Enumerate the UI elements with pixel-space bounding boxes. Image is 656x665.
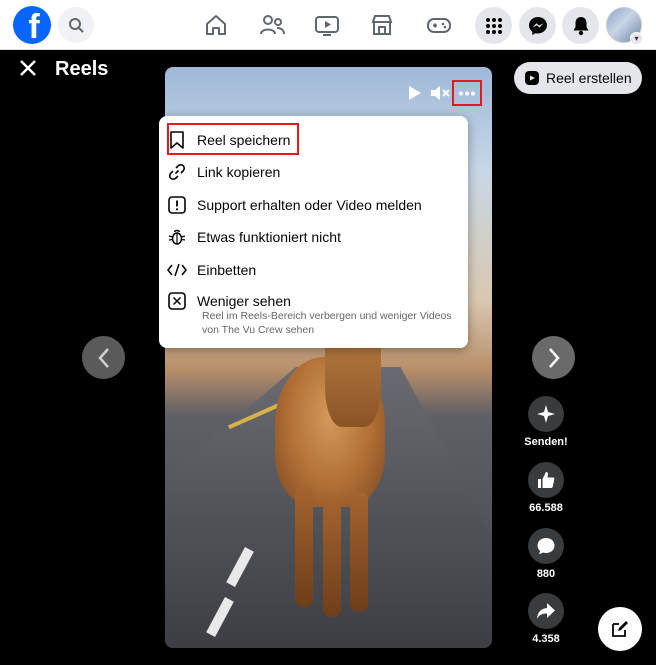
comment-button[interactable]	[528, 528, 564, 564]
play-button[interactable]	[408, 85, 422, 106]
menu-item-report[interactable]: Support erhalten oder Video melden	[167, 190, 422, 220]
video-horse-leg	[350, 492, 368, 612]
send-label: Senden!	[524, 436, 568, 448]
nav-friends[interactable]	[258, 11, 286, 39]
bell-icon	[573, 16, 588, 35]
chevron-right-icon	[548, 347, 560, 368]
video-horse-leg	[323, 497, 341, 617]
nav-marketplace[interactable]	[368, 11, 396, 39]
muted-speaker-icon	[431, 86, 450, 100]
like-button[interactable]	[528, 462, 564, 498]
home-icon	[206, 15, 226, 35]
options-menu: Reel speichern Link kopieren Support erh…	[159, 116, 468, 348]
nav-home[interactable]	[202, 11, 230, 39]
create-reel-button[interactable]: Reel erstellen	[514, 62, 642, 94]
bug-icon	[168, 229, 186, 245]
create-reel-label: Reel erstellen	[546, 70, 632, 86]
link-icon	[168, 164, 186, 180]
like-count: 66.588	[529, 502, 563, 514]
chevron-left-icon	[97, 347, 109, 368]
report-icon	[168, 196, 186, 214]
share-count: 4.358	[532, 633, 560, 645]
nav-video[interactable]	[313, 11, 341, 39]
friends-icon	[260, 15, 285, 35]
video-horse-leg	[295, 487, 313, 607]
see-less-description: Reel im Reels-Bereich verbergen und weni…	[202, 310, 452, 336]
edit-icon	[612, 621, 628, 637]
reel-icon	[525, 71, 539, 85]
notifications-button[interactable]	[562, 7, 599, 44]
menu-item-save-reel[interactable]: Reel speichern	[167, 125, 290, 155]
chevron-down-icon[interactable]: ▾	[630, 32, 643, 45]
menu-item-label: Etwas funktioniert nicht	[197, 229, 341, 245]
thumbs-up-icon	[538, 472, 555, 488]
previous-reel-button[interactable]	[82, 336, 125, 379]
close-reels-button[interactable]	[18, 58, 40, 80]
play-icon	[409, 86, 421, 100]
messenger-button[interactable]	[519, 7, 556, 44]
mute-button[interactable]	[430, 85, 450, 106]
menu-item-label: Reel speichern	[197, 132, 291, 148]
menu-item-copy-link[interactable]: Link kopieren	[167, 157, 280, 187]
marketplace-icon	[371, 15, 393, 35]
bookmark-icon	[170, 131, 184, 149]
page-title: Reels	[55, 58, 109, 80]
menu-grid-icon	[485, 17, 502, 34]
send-button[interactable]	[528, 396, 564, 432]
compose-button[interactable]	[598, 607, 642, 651]
menu-item-something-wrong[interactable]: Etwas funktioniert nicht	[167, 222, 341, 252]
search-icon	[69, 18, 84, 33]
more-options-button[interactable]	[452, 80, 482, 106]
top-nav-bar: f ▾	[0, 0, 656, 50]
close-icon	[20, 60, 36, 76]
sparkle-send-icon	[537, 405, 555, 423]
gaming-icon	[427, 18, 451, 33]
messenger-icon	[528, 16, 547, 35]
share-button[interactable]	[528, 593, 564, 629]
nav-gaming[interactable]	[425, 11, 453, 39]
share-arrow-icon	[537, 603, 555, 619]
more-icon	[459, 91, 475, 95]
facebook-logo[interactable]: f	[13, 6, 51, 44]
menu-item-label: Einbetten	[197, 262, 257, 278]
menu-item-label: Link kopieren	[197, 164, 281, 180]
menu-item-label: Weniger sehen	[197, 293, 291, 309]
comment-count: 880	[536, 568, 556, 580]
video-icon	[315, 16, 339, 36]
next-reel-button[interactable]	[532, 336, 575, 379]
menu-button[interactable]	[475, 7, 512, 44]
menu-item-label: Support erhalten oder Video melden	[197, 197, 422, 213]
search-button[interactable]	[58, 7, 94, 43]
comment-icon	[537, 538, 555, 555]
hide-icon	[168, 292, 186, 310]
menu-item-embed[interactable]: Einbetten	[167, 255, 256, 285]
embed-icon	[167, 263, 187, 277]
